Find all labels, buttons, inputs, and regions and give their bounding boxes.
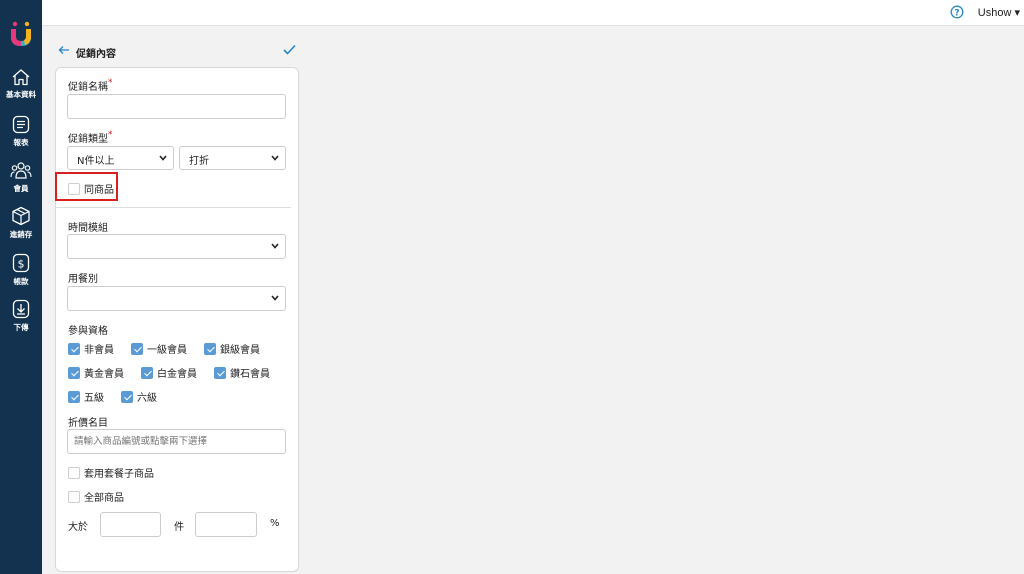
checkbox-label: 套用套餐子商品 — [84, 469, 154, 480]
checkbox-label: 五級 — [84, 393, 104, 404]
eligibility-option-diamond[interactable]: 鑽石會員 — [214, 365, 270, 380]
sidebar-item-label: 會員 — [13, 184, 29, 193]
sidebar: 基本資料 報表 會員 進銷存 $ 帳款 下傳 — [0, 0, 42, 574]
checkbox-box[interactable] — [68, 390, 80, 403]
chevron-down-icon — [159, 155, 167, 161]
sidebar-item-inventory[interactable]: 進銷存 — [0, 206, 42, 240]
greater-than-label: 大於 — [68, 522, 88, 533]
sidebar-item-label: 進銷存 — [9, 230, 33, 239]
checkbox-box[interactable] — [68, 466, 80, 479]
checkbox-label: 白金會員 — [157, 369, 197, 380]
discount-items-label: 折價名目 — [68, 418, 108, 429]
checkbox-box[interactable] — [214, 366, 226, 379]
checkbox-box[interactable] — [68, 342, 80, 355]
chevron-down-icon — [271, 295, 279, 301]
dollar-icon: $ — [12, 253, 30, 273]
discount-items-input[interactable] — [67, 429, 286, 454]
panel-title: 促銷內容 — [76, 49, 116, 60]
sidebar-item-label: 帳款 — [13, 277, 29, 286]
inventory-box-icon — [12, 206, 30, 226]
user-menu[interactable]: Ushow ▾ — [978, 6, 1020, 19]
eligibility-option-gold[interactable]: 黃金會員 — [68, 365, 124, 380]
promo-condition-select[interactable]: N件以上 — [67, 146, 174, 170]
eligibility-option-level1[interactable]: 一級會員 — [131, 341, 187, 356]
divider — [56, 207, 291, 208]
app-logo — [11, 21, 31, 46]
eligibility-option-non-member[interactable]: 非會員 — [68, 341, 114, 356]
report-icon — [12, 115, 30, 134]
sidebar-item-label: 報表 — [13, 138, 29, 147]
sidebar-item-reports[interactable]: 報表 — [0, 115, 42, 148]
checkbox-box[interactable] — [204, 342, 216, 355]
promo-name-input[interactable] — [67, 94, 286, 119]
all-products-checkbox[interactable]: 全部商品 — [68, 489, 124, 504]
home-icon — [12, 69, 30, 86]
chevron-down-icon — [271, 243, 279, 249]
checkbox-label: 全部商品 — [84, 493, 124, 504]
percent-unit-label: % — [270, 518, 280, 529]
highlight-box — [55, 172, 118, 201]
items-unit-label: 件 — [174, 522, 184, 533]
select-value: 打折 — [189, 156, 209, 167]
checkbox-label: 一級會員 — [147, 345, 187, 356]
sidebar-item-label: 下傳 — [13, 323, 29, 332]
members-icon — [10, 162, 32, 179]
chevron-down-icon — [271, 155, 279, 161]
eligibility-option-level6[interactable]: 六級 — [121, 389, 157, 404]
sidebar-item-download[interactable]: 下傳 — [0, 299, 42, 333]
eligibility-label: 參與資格 — [68, 326, 108, 337]
confirm-check-icon[interactable] — [283, 44, 296, 55]
promo-type-label: 促銷類型* — [68, 130, 113, 145]
sidebar-item-accounts[interactable]: $ 帳款 — [0, 253, 42, 287]
checkbox-label: 六級 — [137, 393, 157, 404]
eligibility-option-level5[interactable]: 五級 — [68, 389, 104, 404]
svg-text:?: ? — [954, 8, 959, 18]
time-module-label: 時間模組 — [68, 223, 108, 234]
checkbox-box[interactable] — [121, 390, 133, 403]
svg-text:$: $ — [18, 258, 25, 271]
sidebar-item-label: 基本資料 — [6, 90, 36, 99]
checkbox-label: 非會員 — [84, 345, 114, 356]
checkbox-box[interactable] — [141, 366, 153, 379]
top-bar: ? Ushow ▾ — [42, 0, 1024, 26]
sidebar-item-members[interactable]: 會員 — [0, 161, 42, 194]
checkbox-label: 鑽石會員 — [230, 369, 270, 380]
promo-name-label: 促銷名稱* — [68, 78, 113, 93]
checkbox-box[interactable] — [68, 490, 80, 503]
eligibility-option-platinum[interactable]: 白金會員 — [141, 365, 197, 380]
percent-input[interactable] — [195, 512, 257, 537]
meal-type-select[interactable] — [67, 286, 286, 311]
eligibility-option-silver[interactable]: 銀級會員 — [204, 341, 260, 356]
quantity-input[interactable] — [100, 512, 161, 537]
promo-action-select[interactable]: 打折 — [179, 146, 286, 170]
checkbox-box[interactable] — [131, 342, 143, 355]
back-arrow-icon[interactable] — [58, 45, 70, 55]
download-icon — [12, 299, 30, 319]
meal-type-label: 用餐別 — [68, 274, 98, 285]
help-icon[interactable]: ? — [950, 5, 964, 19]
checkbox-label: 黃金會員 — [84, 369, 124, 380]
sidebar-item-basic-data[interactable]: 基本資料 — [0, 68, 42, 100]
apply-set-meal-checkbox[interactable]: 套用套餐子商品 — [68, 465, 154, 480]
select-value: N件以上 — [77, 156, 115, 167]
checkbox-label: 銀級會員 — [220, 345, 260, 356]
checkbox-box[interactable] — [68, 366, 80, 379]
time-module-select[interactable] — [67, 234, 286, 259]
